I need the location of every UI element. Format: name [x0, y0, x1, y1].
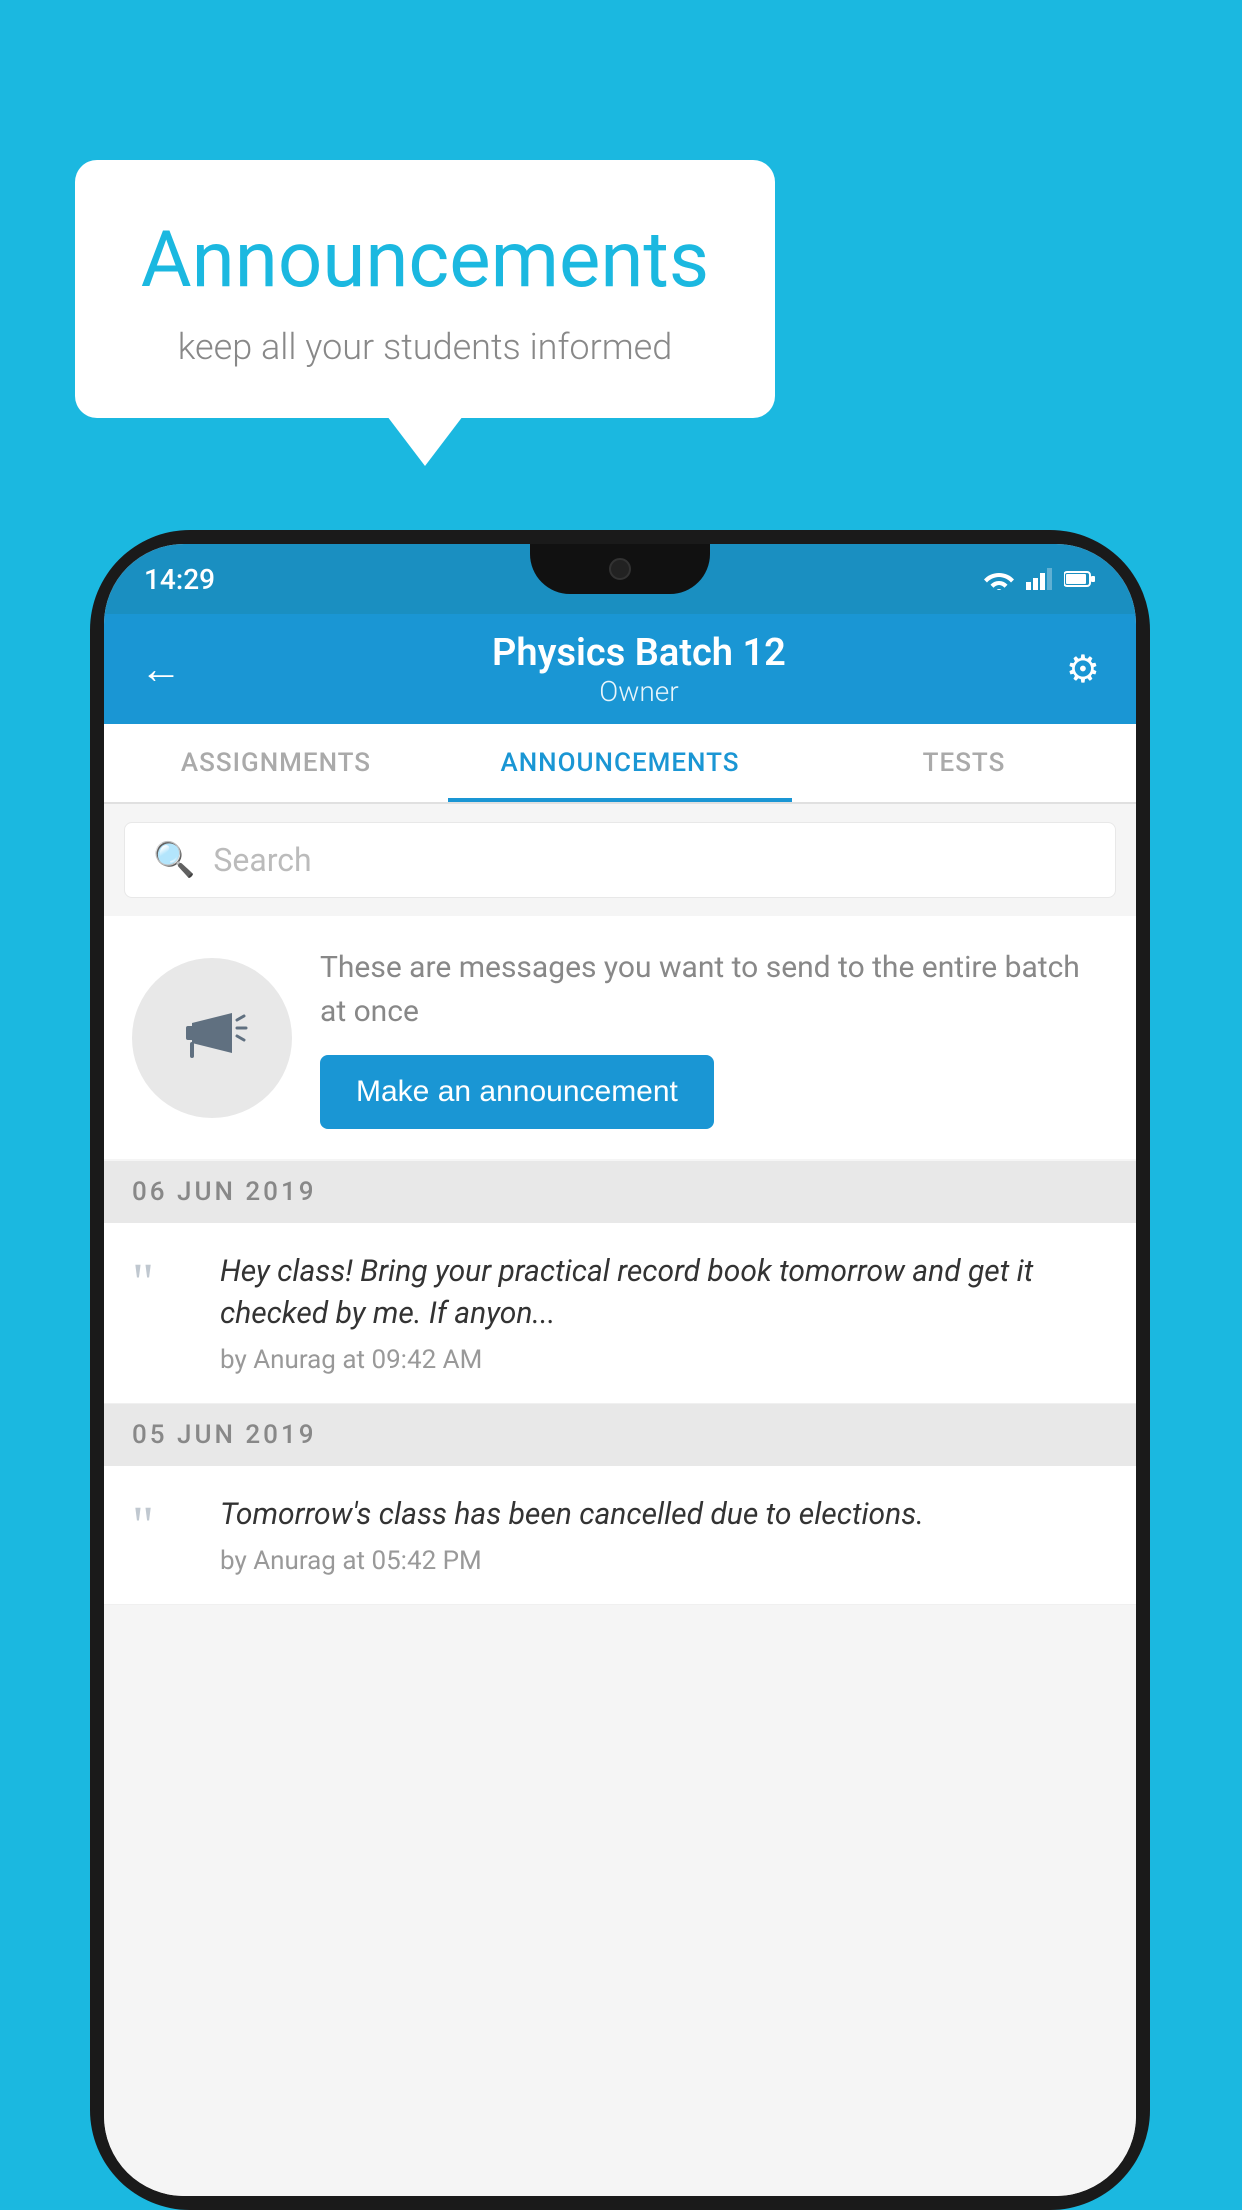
phone-screen: 14:29 — [104, 544, 1136, 2196]
app-bar-title: Physics Batch 12 Owner — [212, 631, 1066, 708]
camera-dot — [609, 558, 631, 580]
cta-section: These are messages you want to send to t… — [104, 916, 1136, 1159]
announcement-meta-1: by Anurag at 09:42 AM — [220, 1345, 1108, 1375]
date-divider-2: 05 JUN 2019 — [104, 1404, 1136, 1466]
cta-right: These are messages you want to send to t… — [320, 946, 1108, 1129]
tabs-bar: ASSIGNMENTS ANNOUNCEMENTS TESTS — [104, 724, 1136, 804]
announcement-content-1: Hey class! Bring your practical record b… — [220, 1251, 1108, 1375]
wifi-icon — [984, 568, 1014, 590]
tab-announcements[interactable]: ANNOUNCEMENTS — [448, 724, 792, 802]
status-icons — [984, 568, 1096, 590]
search-bar[interactable]: 🔍 Search — [124, 822, 1116, 898]
tab-assignments[interactable]: ASSIGNMENTS — [104, 724, 448, 802]
announcement-text-1: Hey class! Bring your practical record b… — [220, 1251, 1108, 1335]
cta-description: These are messages you want to send to t… — [320, 946, 1108, 1033]
megaphone-icon — [172, 998, 252, 1078]
make-announcement-button[interactable]: Make an announcement — [320, 1055, 714, 1129]
search-icon: 🔍 — [153, 840, 195, 880]
batch-title: Physics Batch 12 — [212, 631, 1066, 675]
announcement-meta-2: by Anurag at 05:42 PM — [220, 1546, 1108, 1576]
speech-bubble-title: Announcements — [135, 215, 715, 306]
quote-icon-2: " — [132, 1498, 192, 1552]
back-button[interactable]: ← — [140, 645, 182, 694]
notch — [530, 544, 710, 594]
announcement-item-1[interactable]: " Hey class! Bring your practical record… — [104, 1223, 1136, 1404]
tab-tests[interactable]: TESTS — [792, 724, 1136, 802]
signal-icon — [1026, 568, 1052, 590]
quote-icon-1: " — [132, 1255, 192, 1309]
phone-frame: 14:29 — [90, 530, 1150, 2210]
status-bar: 14:29 — [104, 544, 1136, 614]
speech-bubble-subtitle: keep all your students informed — [135, 326, 715, 368]
app-bar: ← Physics Batch 12 Owner ⚙ — [104, 614, 1136, 724]
content-area: 🔍 Search These are me — [104, 804, 1136, 2196]
batch-role: Owner — [212, 675, 1066, 708]
announcement-content-2: Tomorrow's class has been cancelled due … — [220, 1494, 1108, 1576]
search-placeholder: Search — [213, 841, 311, 879]
announcement-text-2: Tomorrow's class has been cancelled due … — [220, 1494, 1108, 1536]
announcement-item-2[interactable]: " Tomorrow's class has been cancelled du… — [104, 1466, 1136, 1605]
settings-icon[interactable]: ⚙ — [1066, 647, 1100, 692]
date-divider-1: 06 JUN 2019 — [104, 1161, 1136, 1223]
status-time: 14:29 — [144, 563, 215, 596]
announcement-icon-circle — [132, 958, 292, 1118]
battery-icon — [1064, 570, 1096, 588]
speech-bubble: Announcements keep all your students inf… — [75, 160, 775, 418]
